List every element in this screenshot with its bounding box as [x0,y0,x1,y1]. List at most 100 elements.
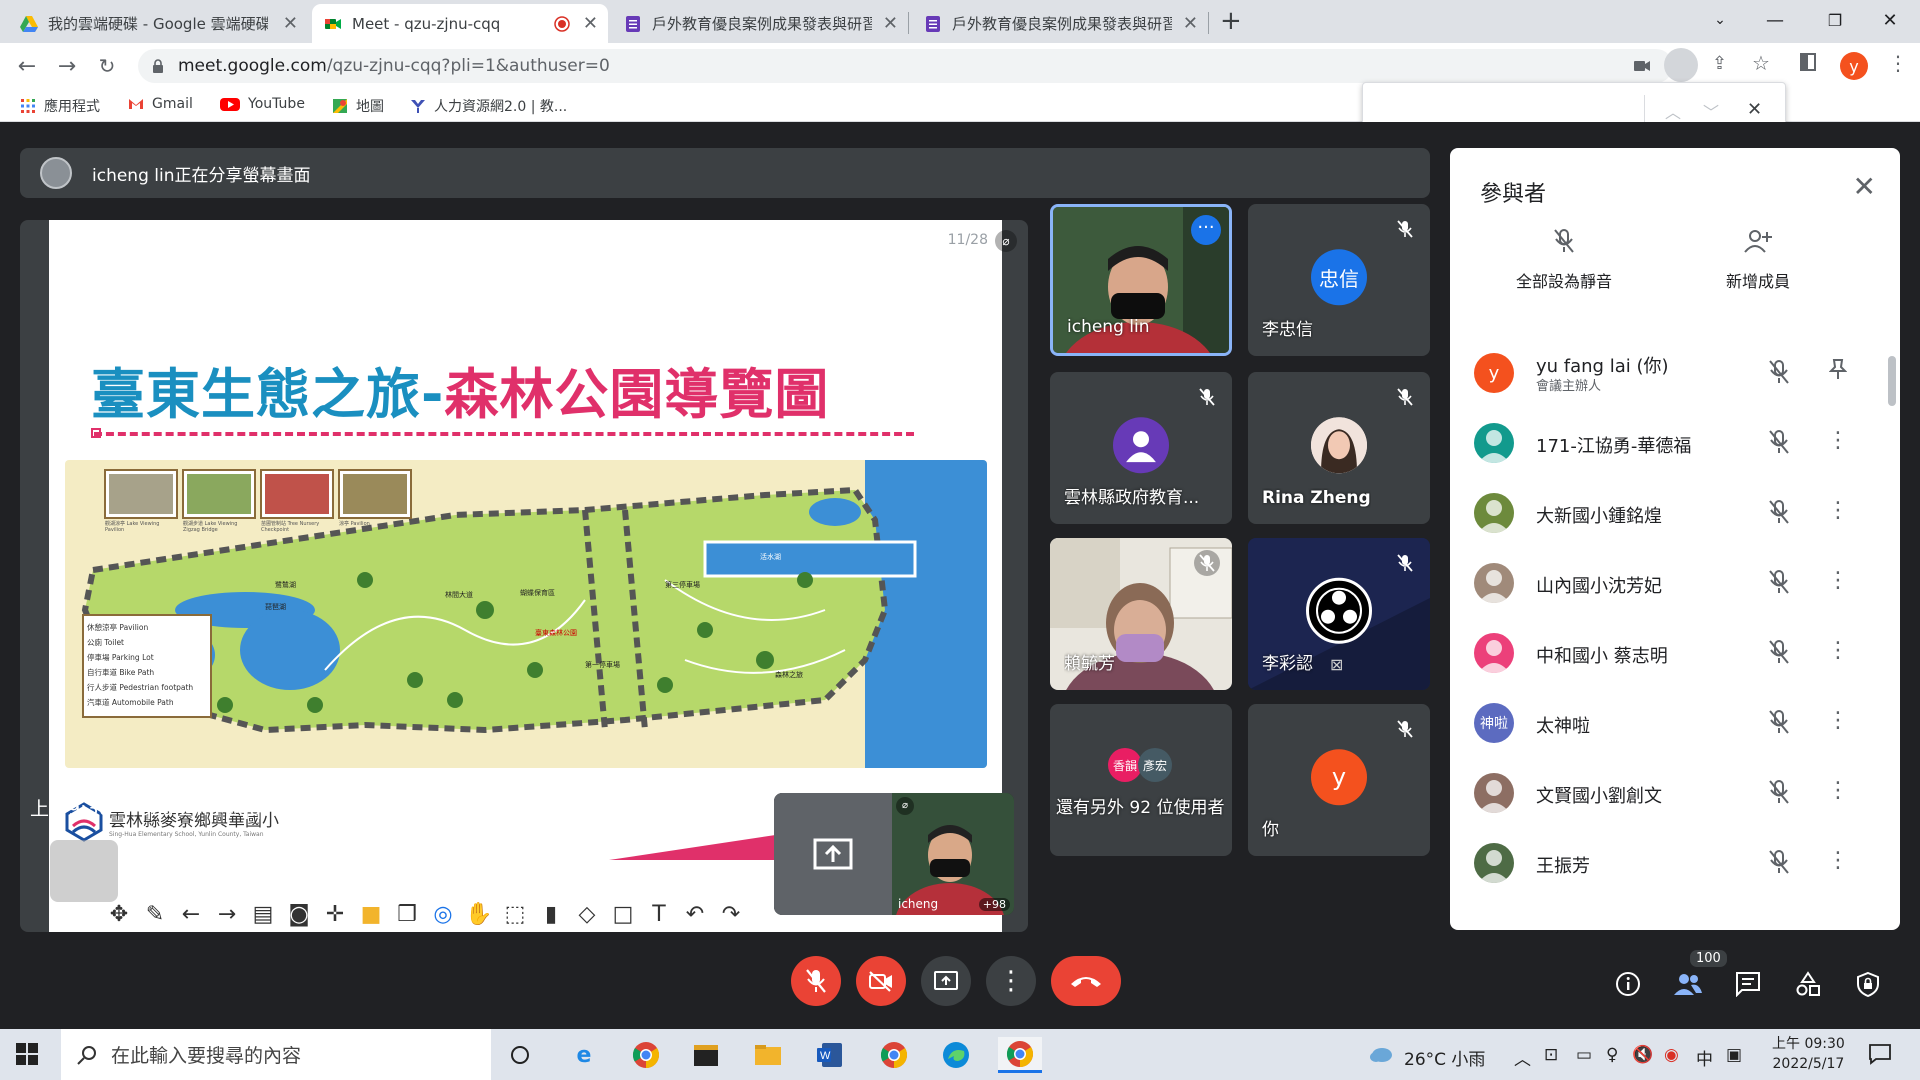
participant-row[interactable]: 文賢國小劉創文 ⋮ [1450,758,1900,828]
meeting-details-button[interactable] [1608,964,1648,1004]
window-close-icon[interactable]: ✕ [1860,0,1920,40]
tab-google-meet[interactable]: Meet - qzu-zjnu-cqq ✕ [312,4,608,43]
mic-off-icon[interactable] [1768,569,1790,599]
more-options-button[interactable]: ⋮ [986,956,1036,1006]
participant-row[interactable]: 中和國小 蔡志明 ⋮ [1450,618,1900,688]
chrome-profile-icon[interactable] [876,1037,912,1073]
tray-network-icon[interactable]: ⊡ [1544,1045,1558,1065]
bookmark-maps[interactable]: 地圖 [332,96,384,116]
activities-button[interactable] [1788,964,1828,1004]
tab-forms-1[interactable]: 戶外教育優良案例成果發表與研習 ✕ [612,4,908,43]
chrome-active-icon[interactable] [998,1037,1042,1073]
close-panel-icon[interactable]: ✕ [1853,170,1876,203]
more-vert-icon[interactable]: ⋮ [1826,778,1850,803]
notifications-icon[interactable] [1868,1043,1892,1069]
pin-icon[interactable] [1826,358,1850,386]
participant-row[interactable]: 171-江協勇-華德福 ⋮ [1450,408,1900,478]
weather-cloud-icon[interactable] [1368,1043,1394,1069]
presentation-stage[interactable]: 11/28 臺東生態之旅-森林公園導覽圖 休憩涼亭 Pavilion 公廁 To… [20,220,1028,932]
present-screen-pane[interactable] [774,793,892,915]
participant-tile[interactable]: 忠信 李忠信 [1248,204,1430,356]
tab-search-icon[interactable]: ⌄ [1690,0,1750,40]
taskbar-search[interactable]: 在此輸入要搜尋的內容 [61,1029,491,1080]
ime-indicator[interactable]: 中 [1696,1045,1713,1070]
mic-off-icon[interactable] [1768,499,1790,529]
folder-icon[interactable]: ■ [357,900,385,928]
cross-move-icon[interactable]: ✛ [321,900,349,928]
host-controls-button[interactable] [1848,964,1888,1004]
participant-row[interactable]: 神啦 太神啦 ⋮ [1450,688,1900,758]
find-close-icon[interactable]: ✕ [1747,99,1762,120]
bookmark-apps[interactable]: 應用程式 [20,96,100,116]
hand-icon[interactable]: ✋ [465,900,493,928]
find-next-icon[interactable]: ﹀ [1703,99,1719,123]
bookmark-youtube[interactable]: YouTube [220,96,305,112]
restore-icon[interactable]: ❐ [1805,0,1865,40]
tab-forms-2[interactable]: 戶外教育優良案例成果發表與研習 ✕ [912,4,1208,43]
self-tile[interactable]: y 你 [1248,704,1430,856]
participant-row[interactable]: y yu fang lai (你) 會議主辦人 [1450,338,1900,408]
camera-icon[interactable] [1633,58,1651,74]
find-prev-icon[interactable]: ︿ [1665,99,1681,123]
participant-row[interactable]: 山內國小沈芳妃 ⋮ [1450,548,1900,618]
video-editor-icon[interactable] [688,1037,724,1073]
word-icon[interactable]: W [812,1037,848,1073]
leave-call-button[interactable] [1051,956,1121,1006]
task-view-icon[interactable] [502,1037,538,1073]
participant-tile[interactable]: 賴毓芳 [1050,538,1232,690]
new-tab-icon[interactable]: + [1220,6,1242,36]
browser-menu-icon[interactable]: ⋮ [1888,51,1908,75]
file-explorer-icon[interactable] [750,1037,786,1073]
address-bar[interactable]: meet.google.com/qzu-zjnu-cqq?pli=1&authu… [138,49,1673,83]
tray-monitor-icon[interactable]: ▭ [1576,1045,1592,1065]
present-now-button[interactable] [921,956,971,1006]
more-vert-icon[interactable]: ⋮ [1826,848,1850,873]
participant-row[interactable]: 王振芳 ⋮ [1450,828,1900,898]
marker-icon[interactable]: ▮ [537,900,565,928]
participant-tile[interactable]: 雲林縣政府教育... [1050,372,1232,524]
redo-icon[interactable]: ↷ [717,900,745,928]
camera-toggle-button[interactable] [856,956,906,1006]
participant-tile[interactable]: Rina Zheng [1248,372,1430,524]
mute-all-button[interactable]: 全部設為靜音 [1484,228,1644,292]
forward-icon[interactable]: → [52,51,82,81]
close-tab-icon[interactable]: ✕ [1183,13,1198,34]
box-icon[interactable]: ❒ [393,900,421,928]
undo-icon[interactable]: ↶ [681,900,709,928]
bookmark-star-icon[interactable]: ☆ [1752,51,1770,75]
profile-avatar[interactable]: y [1840,52,1868,80]
edge-icon[interactable] [938,1037,974,1073]
system-clock[interactable]: 上午 09:30 2022/5/17 [1772,1034,1845,1074]
floating-toolbar-handle[interactable] [50,840,118,902]
bookmark-hr[interactable]: 人力資源網2.0 | 教... [410,96,567,116]
mic-off-icon[interactable] [1768,639,1790,669]
mic-off-icon[interactable] [1768,359,1790,389]
eraser-icon[interactable]: ◇ [573,900,601,928]
share-icon[interactable]: ⇪ [1712,53,1727,74]
pen-board-icon[interactable]: ✎ [141,900,169,928]
tab-google-drive[interactable]: 我的雲端硬碟 - Google 雲端硬碟 ✕ [8,4,308,43]
browser-icon[interactable]: ◎ [429,900,457,928]
move-arrows-icon[interactable]: ✥ [105,900,133,928]
tray-notes-icon[interactable]: ▣ [1726,1045,1742,1065]
tray-chrome-icon[interactable]: ◉ [1664,1045,1679,1065]
people-button[interactable] [1668,964,1708,1004]
more-vert-icon[interactable]: ⋮ [1826,428,1850,453]
bookmark-gmail[interactable]: Gmail [128,96,193,112]
minimize-icon[interactable]: — [1745,0,1805,40]
capture-icon[interactable]: ◙ [285,900,313,928]
windows-start-icon[interactable] [16,1043,38,1069]
mic-off-icon[interactable] [1768,709,1790,739]
participant-row[interactable]: 大新國小鍾銘煌 ⋮ [1450,478,1900,548]
more-options-icon[interactable]: ··· [1191,215,1221,245]
side-panel-icon[interactable] [1800,53,1816,71]
weather-text[interactable]: 26°C 小雨 [1404,1045,1485,1070]
select-icon[interactable]: ⬚ [501,900,529,928]
tray-mic-icon[interactable]: ♀ [1606,1045,1618,1065]
close-tab-icon[interactable]: ✕ [283,13,298,34]
more-vert-icon[interactable]: ⋮ [1826,638,1850,663]
more-vert-icon[interactable]: ⋮ [1826,568,1850,593]
tray-chevron-icon[interactable]: ︿ [1514,1045,1531,1070]
cast-active-icon[interactable] [1664,48,1698,82]
more-vert-icon[interactable]: ⋮ [1826,708,1850,733]
